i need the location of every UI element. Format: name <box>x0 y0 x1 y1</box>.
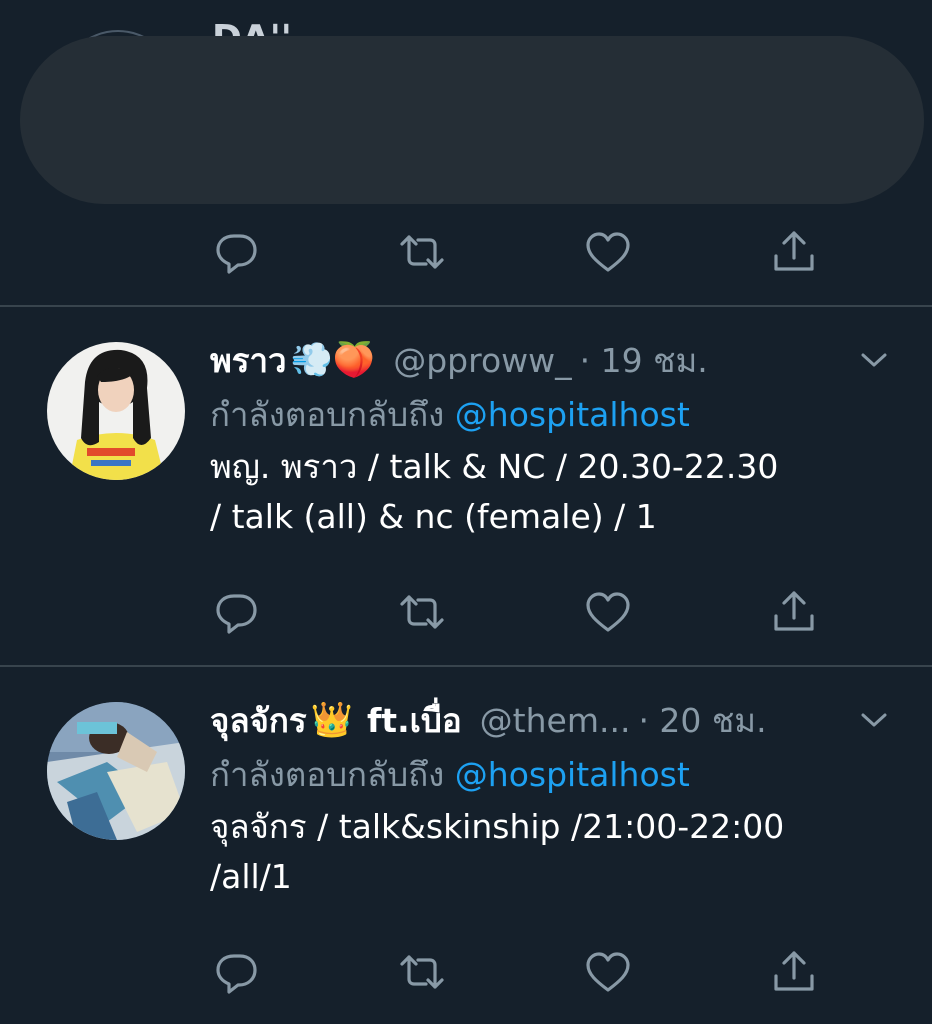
like-icon[interactable] <box>584 948 636 1000</box>
tweet[interactable]: จุลจักร 👑 ft.เบื่อ @them... · 20 ชม. กำล… <box>0 694 932 1024</box>
retweet-icon[interactable] <box>398 948 450 1000</box>
username[interactable]: @pproww_ <box>393 341 571 380</box>
share-icon[interactable] <box>770 228 822 280</box>
redaction-overlay <box>20 36 924 204</box>
name-emoji: 👑 <box>310 700 353 740</box>
like-icon[interactable] <box>584 228 636 280</box>
reply-icon[interactable] <box>212 948 264 1000</box>
reply-mention-link[interactable]: @hospitalhost <box>455 755 690 794</box>
tweet[interactable]: พราว 💨🍑 @pproww_ · 19 ชม. กำลังตอบกลับถึ… <box>0 334 932 664</box>
tweet-text-line: /all/1 <box>210 857 292 896</box>
reply-prefix: กำลังตอบกลับถึง <box>210 755 445 794</box>
reply-icon[interactable] <box>212 228 264 280</box>
display-name[interactable]: จุลจักร <box>210 694 307 746</box>
reply-mention-link[interactable]: @hospitalhost <box>455 395 690 434</box>
tweet-text: จุลจักร / talk&skinship /21:00-22:00 /al… <box>210 802 900 902</box>
avatar[interactable] <box>47 342 185 480</box>
reply-context: กำลังตอบกลับถึง @hospitalhost <box>210 748 690 801</box>
name-emoji: 💨🍑 <box>290 340 376 380</box>
timestamp[interactable]: · 20 ชม. <box>638 694 766 746</box>
reply-prefix: กำลังตอบกลับถึง <box>210 395 445 434</box>
retweet-icon[interactable] <box>398 228 450 280</box>
tweet-redacted[interactable]: DA'' <box>0 0 932 305</box>
timeline: DA'' <box>0 0 932 1024</box>
avatar[interactable] <box>47 702 185 840</box>
tweet-text: พญ. พราว / talk & NC / 20.30-22.30 / tal… <box>210 442 900 542</box>
tweet-text-line: จุลจักร / talk&skinship /21:00-22:00 <box>210 807 785 846</box>
timestamp[interactable]: · 19 ชม. <box>580 334 708 386</box>
tweet-actions <box>0 228 932 280</box>
tweet-text-line: พญ. พราว / talk & NC / 20.30-22.30 <box>210 447 779 486</box>
tweet-header: พราว 💨🍑 @pproww_ · 19 ชม. <box>210 334 892 386</box>
tweet-actions <box>0 948 932 1000</box>
display-name-suffix[interactable]: ft.เบื่อ <box>367 694 462 746</box>
tweet-actions <box>0 588 932 640</box>
retweet-icon[interactable] <box>398 588 450 640</box>
divider <box>0 305 932 307</box>
username[interactable]: @them... <box>480 701 631 740</box>
share-icon[interactable] <box>770 948 822 1000</box>
divider <box>0 665 932 667</box>
display-name[interactable]: พราว <box>210 334 287 386</box>
tweet-text-line: / talk (all) & nc (female) / 1 <box>210 497 657 536</box>
like-icon[interactable] <box>584 588 636 640</box>
share-icon[interactable] <box>770 588 822 640</box>
chevron-down-icon[interactable] <box>860 708 888 732</box>
reply-context: กำลังตอบกลับถึง @hospitalhost <box>210 388 690 441</box>
tweet-header: จุลจักร 👑 ft.เบื่อ @them... · 20 ชม. <box>210 694 892 746</box>
chevron-down-icon[interactable] <box>860 348 888 372</box>
reply-icon[interactable] <box>212 588 264 640</box>
